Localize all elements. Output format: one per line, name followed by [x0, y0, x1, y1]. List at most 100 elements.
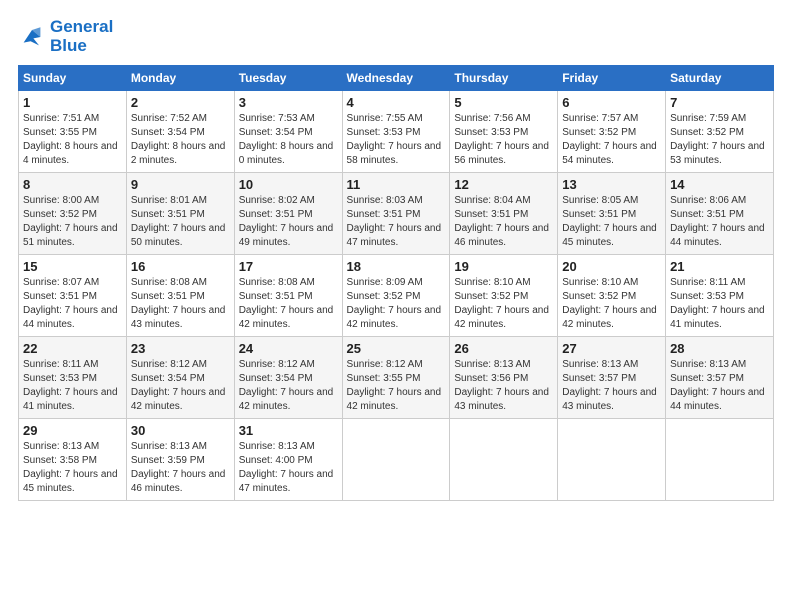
- day-number: 29: [23, 423, 122, 438]
- calendar-cell: 25 Sunrise: 8:12 AMSunset: 3:55 PMDayligh…: [342, 337, 450, 419]
- day-number: 26: [454, 341, 553, 356]
- day-info: Sunrise: 8:13 AMSunset: 4:00 PMDaylight:…: [239, 440, 338, 496]
- day-info: Sunrise: 7:53 AMSunset: 3:54 PMDaylight:…: [239, 112, 338, 168]
- header-wednesday: Wednesday: [342, 66, 450, 91]
- day-number: 28: [670, 341, 769, 356]
- calendar-cell: 22Sunrise: 8:11 AMSunset: 3:53 PMDayligh…: [19, 337, 127, 419]
- header: General Blue: [18, 18, 774, 55]
- day-info: Sunrise: 8:13 AMSunset: 3:57 PMDaylight:…: [670, 358, 769, 414]
- day-info: Sunrise: 8:08 AMSunset: 3:51 PMDaylight:…: [239, 276, 338, 332]
- day-number: 25: [347, 341, 446, 356]
- day-number: 19: [454, 259, 553, 274]
- logo-text: General Blue: [50, 18, 113, 55]
- header-thursday: Thursday: [450, 66, 558, 91]
- calendar-cell: [342, 419, 450, 501]
- day-number: 30: [131, 423, 230, 438]
- day-number: 10: [239, 177, 338, 192]
- header-monday: Monday: [126, 66, 234, 91]
- day-info: Sunrise: 8:10 AMSunset: 3:52 PMDaylight:…: [454, 276, 553, 332]
- calendar-cell: 26 Sunrise: 8:13 AMSunset: 3:56 PMDayligh…: [450, 337, 558, 419]
- header-row: SundayMondayTuesdayWednesdayThursdayFrid…: [19, 66, 774, 91]
- day-info: Sunrise: 8:11 AMSunset: 3:53 PMDaylight:…: [670, 276, 769, 332]
- day-number: 20: [562, 259, 661, 274]
- day-info: Sunrise: 8:08 AMSunset: 3:51 PMDaylight:…: [131, 276, 230, 332]
- day-info: Sunrise: 8:10 AMSunset: 3:52 PMDaylight:…: [562, 276, 661, 332]
- day-info: Sunrise: 7:56 AMSunset: 3:53 PMDaylight:…: [454, 112, 553, 168]
- day-info: Sunrise: 8:13 AMSunset: 3:56 PMDaylight:…: [454, 358, 553, 414]
- page: General Blue SundayMondayTuesdayWednesda…: [0, 0, 792, 612]
- calendar-cell: 15Sunrise: 8:07 AMSunset: 3:51 PMDayligh…: [19, 255, 127, 337]
- day-info: Sunrise: 8:02 AMSunset: 3:51 PMDaylight:…: [239, 194, 338, 250]
- calendar-cell: 13Sunrise: 8:05 AMSunset: 3:51 PMDayligh…: [558, 173, 666, 255]
- calendar-cell: 21 Sunrise: 8:11 AMSunset: 3:53 PMDayligh…: [666, 255, 774, 337]
- day-number: 9: [131, 177, 230, 192]
- calendar-body: 1Sunrise: 7:51 AMSunset: 3:55 PMDaylight…: [19, 91, 774, 501]
- calendar-cell: 3 Sunrise: 7:53 AMSunset: 3:54 PMDaylight…: [234, 91, 342, 173]
- day-number: 21: [670, 259, 769, 274]
- day-info: Sunrise: 8:12 AMSunset: 3:54 PMDaylight:…: [239, 358, 338, 414]
- day-info: Sunrise: 7:59 AMSunset: 3:52 PMDaylight:…: [670, 112, 769, 168]
- calendar-cell: 23 Sunrise: 8:12 AMSunset: 3:54 PMDayligh…: [126, 337, 234, 419]
- day-info: Sunrise: 7:51 AMSunset: 3:55 PMDaylight:…: [23, 112, 122, 168]
- day-number: 6: [562, 95, 661, 110]
- day-number: 8: [23, 177, 122, 192]
- calendar-cell: [666, 419, 774, 501]
- day-info: Sunrise: 8:13 AMSunset: 3:58 PMDaylight:…: [23, 440, 122, 496]
- calendar-cell: 18Sunrise: 8:09 AMSunset: 3:52 PMDayligh…: [342, 255, 450, 337]
- calendar-cell: 31Sunrise: 8:13 AMSunset: 4:00 PMDayligh…: [234, 419, 342, 501]
- day-info: Sunrise: 8:13 AMSunset: 3:59 PMDaylight:…: [131, 440, 230, 496]
- week-row-1: 8 Sunrise: 8:00 AMSunset: 3:52 PMDaylight…: [19, 173, 774, 255]
- calendar-cell: 30 Sunrise: 8:13 AMSunset: 3:59 PMDayligh…: [126, 419, 234, 501]
- day-number: 14: [670, 177, 769, 192]
- calendar-cell: [450, 419, 558, 501]
- calendar-cell: 19 Sunrise: 8:10 AMSunset: 3:52 PMDayligh…: [450, 255, 558, 337]
- day-info: Sunrise: 8:04 AMSunset: 3:51 PMDaylight:…: [454, 194, 553, 250]
- calendar-cell: 6 Sunrise: 7:57 AMSunset: 3:52 PMDaylight…: [558, 91, 666, 173]
- calendar-cell: 14Sunrise: 8:06 AMSunset: 3:51 PMDayligh…: [666, 173, 774, 255]
- calendar-cell: 27 Sunrise: 8:13 AMSunset: 3:57 PMDayligh…: [558, 337, 666, 419]
- calendar-header: SundayMondayTuesdayWednesdayThursdayFrid…: [19, 66, 774, 91]
- day-number: 5: [454, 95, 553, 110]
- calendar-cell: 1Sunrise: 7:51 AMSunset: 3:55 PMDaylight…: [19, 91, 127, 173]
- day-info: Sunrise: 8:13 AMSunset: 3:57 PMDaylight:…: [562, 358, 661, 414]
- day-number: 2: [131, 95, 230, 110]
- day-info: Sunrise: 8:00 AMSunset: 3:52 PMDaylight:…: [23, 194, 122, 250]
- day-info: Sunrise: 7:57 AMSunset: 3:52 PMDaylight:…: [562, 112, 661, 168]
- day-number: 27: [562, 341, 661, 356]
- calendar-cell: 29 Sunrise: 8:13 AMSunset: 3:58 PMDayligh…: [19, 419, 127, 501]
- calendar-cell: 9 Sunrise: 8:01 AMSunset: 3:51 PMDaylight…: [126, 173, 234, 255]
- day-info: Sunrise: 7:52 AMSunset: 3:54 PMDaylight:…: [131, 112, 230, 168]
- day-info: Sunrise: 7:55 AMSunset: 3:53 PMDaylight:…: [347, 112, 446, 168]
- header-sunday: Sunday: [19, 66, 127, 91]
- day-number: 15: [23, 259, 122, 274]
- calendar-cell: 10 Sunrise: 8:02 AMSunset: 3:51 PMDayligh…: [234, 173, 342, 255]
- day-info: Sunrise: 8:01 AMSunset: 3:51 PMDaylight:…: [131, 194, 230, 250]
- calendar-cell: 5 Sunrise: 7:56 AMSunset: 3:53 PMDaylight…: [450, 91, 558, 173]
- calendar-cell: 28 Sunrise: 8:13 AMSunset: 3:57 PMDayligh…: [666, 337, 774, 419]
- day-info: Sunrise: 8:03 AMSunset: 3:51 PMDaylight:…: [347, 194, 446, 250]
- week-row-0: 1Sunrise: 7:51 AMSunset: 3:55 PMDaylight…: [19, 91, 774, 173]
- day-info: Sunrise: 8:09 AMSunset: 3:52 PMDaylight:…: [347, 276, 446, 332]
- calendar-cell: [558, 419, 666, 501]
- day-number: 3: [239, 95, 338, 110]
- logo: General Blue: [18, 18, 113, 55]
- calendar-cell: 12 Sunrise: 8:04 AMSunset: 3:51 PMDayligh…: [450, 173, 558, 255]
- day-number: 23: [131, 341, 230, 356]
- day-number: 16: [131, 259, 230, 274]
- day-info: Sunrise: 8:11 AMSunset: 3:53 PMDaylight:…: [23, 358, 122, 414]
- calendar-cell: 4 Sunrise: 7:55 AMSunset: 3:53 PMDaylight…: [342, 91, 450, 173]
- header-tuesday: Tuesday: [234, 66, 342, 91]
- day-info: Sunrise: 8:12 AMSunset: 3:54 PMDaylight:…: [131, 358, 230, 414]
- calendar-cell: 16 Sunrise: 8:08 AMSunset: 3:51 PMDayligh…: [126, 255, 234, 337]
- calendar: SundayMondayTuesdayWednesdayThursdayFrid…: [18, 65, 774, 501]
- header-friday: Friday: [558, 66, 666, 91]
- calendar-cell: 17Sunrise: 8:08 AMSunset: 3:51 PMDayligh…: [234, 255, 342, 337]
- day-info: Sunrise: 8:12 AMSunset: 3:55 PMDaylight:…: [347, 358, 446, 414]
- calendar-cell: 24Sunrise: 8:12 AMSunset: 3:54 PMDayligh…: [234, 337, 342, 419]
- week-row-4: 29 Sunrise: 8:13 AMSunset: 3:58 PMDayligh…: [19, 419, 774, 501]
- day-number: 4: [347, 95, 446, 110]
- day-number: 12: [454, 177, 553, 192]
- calendar-cell: 20 Sunrise: 8:10 AMSunset: 3:52 PMDayligh…: [558, 255, 666, 337]
- calendar-cell: 7Sunrise: 7:59 AMSunset: 3:52 PMDaylight…: [666, 91, 774, 173]
- header-saturday: Saturday: [666, 66, 774, 91]
